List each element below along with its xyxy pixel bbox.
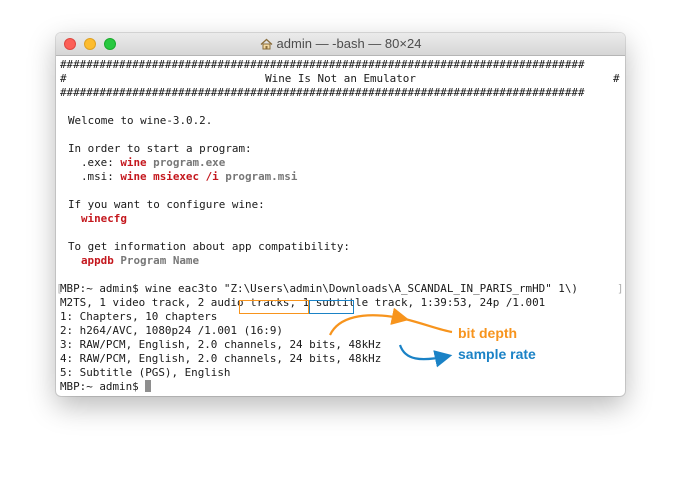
bit-depth-leader (404, 317, 453, 334)
sample-rate-label: sample rate (458, 346, 536, 362)
bit-depth-label: bit depth (458, 325, 518, 341)
annotation-arrows (329, 307, 453, 368)
sample-rate-arrow (398, 344, 453, 368)
bit-depth-arrow (329, 307, 410, 336)
